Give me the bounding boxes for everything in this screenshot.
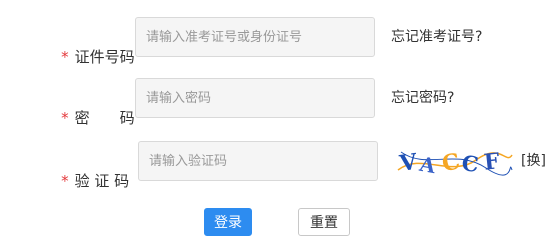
captcha-char-5: F: [483, 148, 502, 176]
required-mark: *: [61, 48, 69, 66]
id-label-text: 证件号码: [74, 48, 135, 66]
password-label-text: 密 码: [74, 109, 135, 127]
required-mark: *: [61, 172, 69, 190]
captcha-char-4: C: [461, 150, 480, 177]
captcha-image[interactable]: V A C C F: [396, 140, 514, 182]
reset-button[interactable]: 重置: [298, 208, 350, 236]
captcha-label: * 验 证 码: [42, 151, 129, 211]
forgot-password-link[interactable]: 忘记密码?: [391, 88, 454, 108]
password-input[interactable]: [135, 78, 375, 118]
required-mark: *: [61, 109, 69, 127]
id-number-input[interactable]: [135, 17, 375, 57]
refresh-captcha-link[interactable]: [换]: [521, 151, 546, 171]
id-label: * 证件号码: [42, 27, 135, 87]
forgot-id-link[interactable]: 忘记准考证号?: [391, 27, 482, 47]
captcha-label-text: 验 证 码: [74, 172, 130, 190]
captcha-input[interactable]: [138, 141, 378, 181]
login-button[interactable]: 登录: [204, 208, 252, 236]
password-label: * 密 码: [42, 88, 135, 148]
